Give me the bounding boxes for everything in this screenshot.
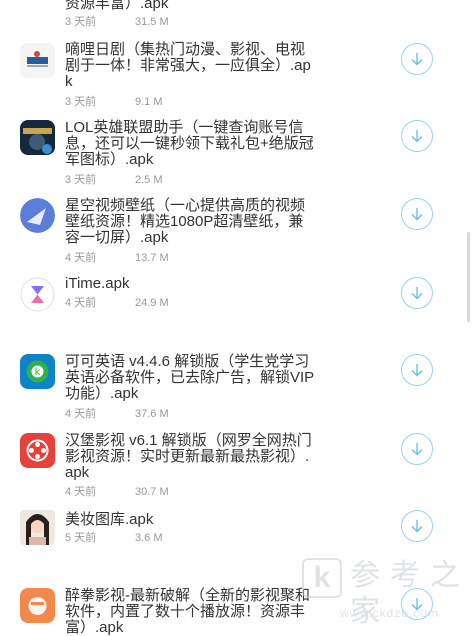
item-size: 37.6 M — [135, 408, 169, 420]
download-button[interactable] — [401, 198, 433, 230]
download-arrow-icon — [411, 53, 423, 66]
list-item[interactable]: 资源丰富）.apk 3 天前 31.5 M — [0, 0, 462, 30]
item-size: 24.9 M — [135, 297, 169, 309]
scrollbar[interactable] — [467, 232, 470, 322]
item-date: 4 天前 — [65, 297, 97, 309]
watermark: k 参考之家 www.ckdzb.com — [290, 552, 470, 630]
item-date: 5 天前 — [65, 532, 97, 544]
dilidrama-app-icon[interactable] — [20, 43, 55, 78]
list-item[interactable]: iTime.apk 4 天前 24.9 M — [0, 274, 462, 344]
item-size: 9.1 M — [135, 96, 163, 108]
item-date: 3 天前 — [65, 96, 97, 108]
download-button[interactable] — [401, 277, 433, 309]
svg-text:k: k — [35, 367, 41, 378]
item-size: 31.5 M — [135, 16, 169, 28]
list-item[interactable]: LOL英雄联盟助手（一键查询账号信息，还可以一键秒领下载礼包+绝版冠军图标）.a… — [0, 118, 462, 190]
download-button[interactable] — [401, 433, 433, 465]
keke-english-app-icon[interactable]: k — [20, 354, 55, 389]
download-arrow-icon — [411, 364, 423, 377]
download-list: 资源丰富）.apk 3 天前 31.5 M 嘀哩日剧（集热门动漫、影视、电视剧于… — [0, 0, 472, 636]
drunken-fist-app-icon[interactable] — [20, 588, 55, 623]
list-item[interactable]: 嘀哩日剧（集热门动漫、影视、电视剧于一体！非常强大，一应俱全）.apk 3 天前… — [0, 40, 462, 110]
item-size: 2.5 M — [135, 174, 163, 186]
download-arrow-icon — [411, 208, 423, 221]
download-arrow-icon — [411, 287, 423, 300]
item-title[interactable]: iTime.apk — [65, 276, 315, 292]
itime-app-icon[interactable] — [20, 277, 55, 312]
lol-helper-app-icon[interactable] — [20, 120, 55, 155]
item-title[interactable]: 星空视频壁纸（一心提供高质的视频壁纸资源！精选1080P超清壁纸，兼容一切屏）.… — [65, 198, 315, 246]
list-item[interactable]: k 可可英语 v4.4.6 解锁版（学生党学习英语必备软件，已去除广告，解锁VI… — [0, 352, 462, 424]
item-date: 4 天前 — [65, 486, 97, 498]
item-title[interactable]: 可可英语 v4.4.6 解锁版（学生党学习英语必备软件，已去除广告，解锁VIP功… — [65, 354, 315, 402]
watermark-url: www.ckdzb.com — [340, 606, 440, 620]
download-arrow-icon — [411, 130, 423, 143]
item-date: 4 天前 — [65, 408, 97, 420]
download-button[interactable] — [401, 43, 433, 75]
watermark-logo-icon: k — [302, 558, 342, 598]
download-arrow-icon — [411, 443, 423, 456]
starry-wallpaper-app-icon[interactable] — [20, 198, 55, 233]
item-date: 4 天前 — [65, 252, 97, 264]
list-item[interactable]: 星空视频壁纸（一心提供高质的视频壁纸资源！精选1080P超清壁纸，兼容一切屏）.… — [0, 196, 462, 266]
download-button[interactable] — [401, 120, 433, 152]
item-size: 13.7 M — [135, 252, 169, 264]
download-button[interactable] — [401, 510, 433, 542]
hamburger-video-app-icon[interactable] — [20, 433, 55, 468]
beauty-gallery-app-icon[interactable] — [20, 510, 55, 545]
download-arrow-icon — [411, 520, 423, 533]
item-title[interactable]: 嘀哩日剧（集热门动漫、影视、电视剧于一体！非常强大，一应俱全）.apk — [65, 42, 315, 90]
item-size: 3.6 M — [135, 532, 163, 544]
item-date: 3 天前 — [65, 16, 97, 28]
item-title[interactable]: 资源丰富）.apk — [65, 0, 315, 12]
item-title[interactable]: 美妆图库.apk — [65, 512, 315, 528]
item-title[interactable]: LOL英雄联盟助手（一键查询账号信息，还可以一键秒领下载礼包+绝版冠军图标）.a… — [65, 120, 315, 168]
item-size: 30.7 M — [135, 486, 169, 498]
list-item[interactable]: 美妆图库.apk 5 天前 3.6 M — [0, 510, 462, 550]
item-date: 3 天前 — [65, 174, 97, 186]
download-button[interactable] — [401, 354, 433, 386]
item-title[interactable]: 汉堡影视 v6.1 解锁版（网罗全网热门影视资源！实时更新最新最热影视）.apk — [65, 433, 315, 481]
list-item[interactable]: 汉堡影视 v6.1 解锁版（网罗全网热门影视资源！实时更新最新最热影视）.apk… — [0, 431, 462, 503]
item-title[interactable]: 醉拳影视-最新破解（全新的影视聚和软件，内置了数十个播放源！资源丰富）.apk — [65, 588, 315, 636]
